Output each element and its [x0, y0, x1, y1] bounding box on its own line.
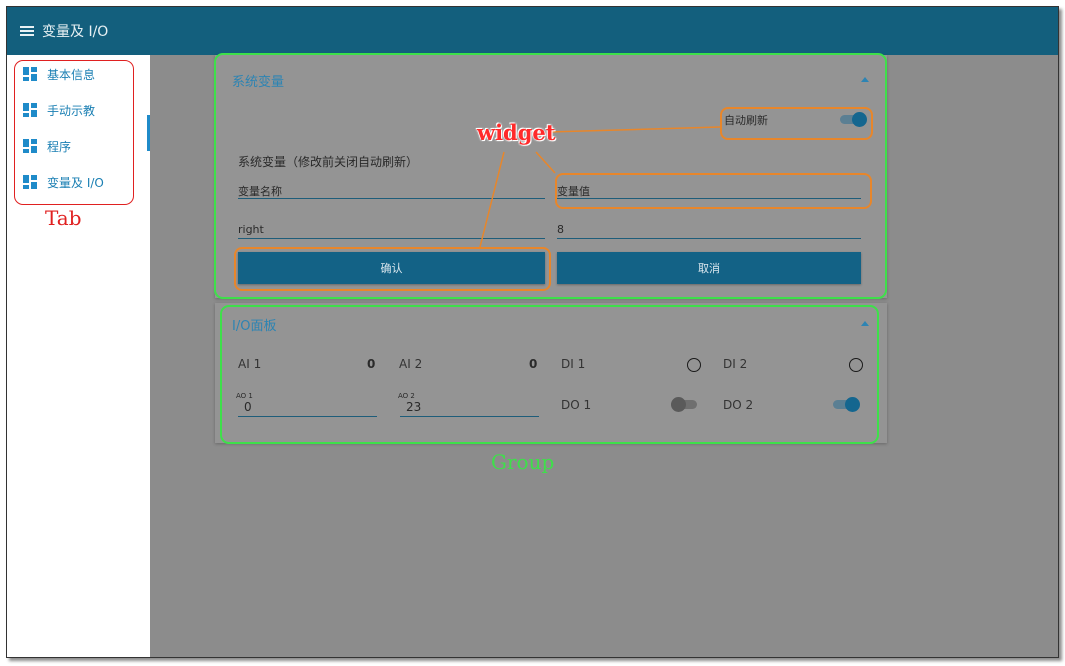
widget-annotation-label: widget	[477, 120, 556, 145]
app-window: 变量及 I/O 基本信息 手动示教 程序 变量及 I/O 系统变量 自动刷新 系…	[6, 6, 1059, 658]
annotation-connectors	[479, 126, 721, 248]
